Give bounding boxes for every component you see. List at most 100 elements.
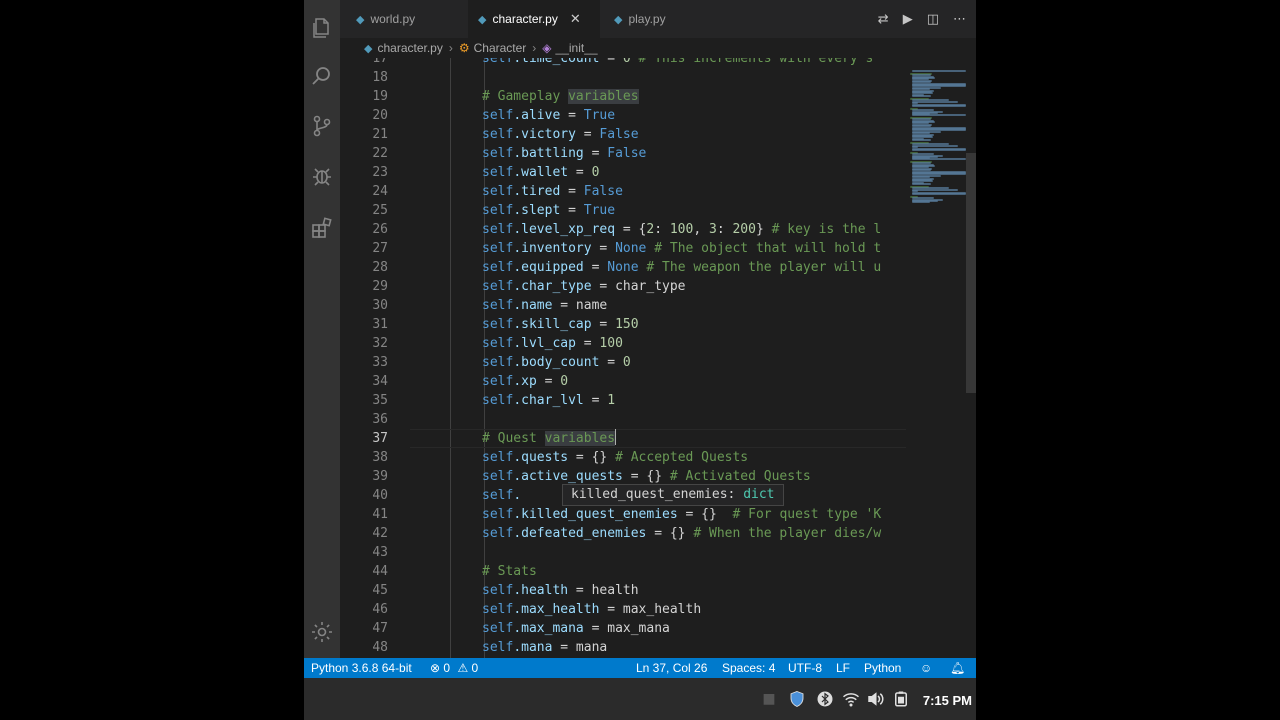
volume-icon[interactable] xyxy=(866,690,884,708)
code-line[interactable]: 35 self.char_lvl = 1 xyxy=(340,391,906,410)
code-line[interactable]: 37 # Quest variables xyxy=(340,429,906,448)
encoding[interactable]: UTF-8 xyxy=(788,658,822,678)
method-icon: ◈ xyxy=(542,41,552,55)
code-line[interactable]: 28 self.equipped = None # The weapon the … xyxy=(340,258,906,277)
code-token: self xyxy=(482,488,514,503)
run-icon[interactable]: ▶ xyxy=(903,12,913,27)
code-line[interactable]: 41 self.killed_quest_enemies = {} # For q… xyxy=(340,505,906,524)
code-line[interactable]: 42 self.defeated_enemies = {} # When the … xyxy=(340,524,906,543)
code-token: = xyxy=(591,317,616,332)
code-line[interactable]: 38 self.quests = {} # Accepted Quests xyxy=(340,448,906,467)
code-token: .defeated_enemies xyxy=(513,526,647,541)
code-line[interactable]: 47 self.max_mana = max_mana xyxy=(340,619,906,638)
feedback-icon[interactable]: ☺ xyxy=(920,658,932,678)
wifi-icon[interactable] xyxy=(842,690,860,708)
shield-icon[interactable] xyxy=(788,690,806,708)
code-line[interactable]: 30 self.name = name xyxy=(340,296,906,315)
code-token: .char_lvl xyxy=(513,393,584,408)
code-text: # Gameplay variables xyxy=(482,87,639,106)
code-line[interactable]: 18 xyxy=(340,68,906,87)
code-line[interactable]: 20 self.alive = True xyxy=(340,106,906,125)
end-of-line[interactable]: LF xyxy=(836,658,850,678)
code-token: .body_count xyxy=(513,355,600,370)
code-line[interactable]: 46 self.max_health = max_health xyxy=(340,600,906,619)
cursor-position[interactable]: Ln 37, Col 26 xyxy=(636,658,707,678)
minimap[interactable] xyxy=(906,58,966,658)
split-editor-icon[interactable]: ◫ xyxy=(927,12,939,27)
problems-indicator[interactable]: ⊗ 0 ⚠ 0 xyxy=(430,658,478,678)
code-line[interactable]: 29 self.char_type = char_type xyxy=(340,277,906,296)
code-text: self.time_count = 0 # This increments wi… xyxy=(482,58,873,68)
minimap-line xyxy=(912,70,966,72)
code-line[interactable]: 24 self.tired = False xyxy=(340,182,906,201)
line-number: 29 xyxy=(372,279,388,294)
code-line[interactable]: 34 self.xp = 0 xyxy=(340,372,906,391)
battery-icon[interactable] xyxy=(892,690,910,708)
tab-world[interactable]: ◆ world.py xyxy=(356,0,464,38)
code-text: self.max_mana = max_mana xyxy=(482,619,670,638)
code-text: self.xp = 0 xyxy=(482,372,568,391)
code-line[interactable]: 26 self.level_xp_req = {2: 100, 3: 200} #… xyxy=(340,220,906,239)
settings-gear-icon[interactable] xyxy=(310,620,334,644)
code-line[interactable]: 44 # Stats xyxy=(340,562,906,581)
code-token: # For quest type 'K xyxy=(732,507,882,522)
code-line[interactable]: 17 self.time_count = 0 # This increments … xyxy=(340,58,906,68)
code-line[interactable]: 45 self.health = health xyxy=(340,581,906,600)
code-token: # Quest xyxy=(482,431,545,446)
code-line[interactable]: 27 self.inventory = None # The object tha… xyxy=(340,239,906,258)
code-text: self.health = health xyxy=(482,581,639,600)
breadcrumb-file[interactable]: character.py xyxy=(377,41,442,55)
explorer-icon[interactable] xyxy=(310,16,334,40)
code-token: # Activated Quests xyxy=(669,469,811,484)
code-token: .max_mana xyxy=(513,621,584,636)
code-line[interactable]: 43 xyxy=(340,543,906,562)
tray-square-icon[interactable]: ■ xyxy=(760,690,778,708)
source-control-icon[interactable] xyxy=(310,114,334,138)
code-line[interactable]: 48 self.mana = mana xyxy=(340,638,906,657)
language-mode[interactable]: Python xyxy=(864,658,901,678)
code-line[interactable]: 36 xyxy=(340,410,906,429)
compare-icon[interactable]: ⇄ xyxy=(878,12,889,27)
code-token: .max_health xyxy=(513,602,600,617)
code-token: self xyxy=(482,507,514,522)
breadcrumb-class[interactable]: Character xyxy=(474,41,527,55)
indentation[interactable]: Spaces: 4 xyxy=(722,658,775,678)
code-editor[interactable]: 17 self.time_count = 0 # This increments … xyxy=(340,58,906,658)
warning-count: 0 xyxy=(471,661,479,675)
code-token: .char_type xyxy=(513,279,592,294)
code-line[interactable]: 33 self.body_count = 0 xyxy=(340,353,906,372)
breadcrumb-method[interactable]: __init__ xyxy=(556,41,598,55)
extensions-icon[interactable] xyxy=(310,216,334,240)
more-actions-icon[interactable]: ⋯ xyxy=(953,12,966,27)
debug-icon[interactable] xyxy=(310,164,334,188)
code-line[interactable]: 31 self.skill_cap = 150 xyxy=(340,315,906,334)
line-number: 31 xyxy=(372,317,388,332)
code-token: self xyxy=(482,298,514,313)
tab-play[interactable]: ◆ play.py xyxy=(614,0,714,38)
scrollbar-thumb[interactable] xyxy=(966,153,976,393)
python-interpreter[interactable]: Python 3.6.8 64-bit xyxy=(311,658,412,678)
close-icon[interactable]: ✕ xyxy=(570,11,581,27)
code-token: # When the player dies/w xyxy=(693,526,882,541)
code-line[interactable]: 19 # Gameplay variables xyxy=(340,87,906,106)
bluetooth-icon[interactable] xyxy=(816,690,834,708)
code-line[interactable]: 23 self.wallet = 0 xyxy=(340,163,906,182)
code-token: # Stats xyxy=(482,564,537,579)
clock[interactable]: 7:15 PM xyxy=(923,678,972,720)
code-line[interactable]: 21 self.victory = False xyxy=(340,125,906,144)
search-icon[interactable] xyxy=(310,64,334,88)
tab-character[interactable]: ◆ character.py ✕ xyxy=(468,0,600,38)
minimap-line xyxy=(912,114,966,116)
code-line[interactable]: 32 self.lvl_cap = 100 xyxy=(340,334,906,353)
code-line[interactable]: 22 self.battling = False xyxy=(340,144,906,163)
code-token: self xyxy=(482,317,514,332)
bell-icon[interactable]: 🔔︎ xyxy=(950,658,965,678)
code-token: self xyxy=(482,241,514,256)
code-token: self xyxy=(482,165,514,180)
vertical-scrollbar[interactable] xyxy=(966,58,976,658)
code-line[interactable]: 25 self.slept = True xyxy=(340,201,906,220)
code-token: = xyxy=(599,58,623,66)
minimap-line xyxy=(912,100,959,103)
line-number: 34 xyxy=(372,374,388,389)
code-token: .equipped xyxy=(513,260,584,275)
